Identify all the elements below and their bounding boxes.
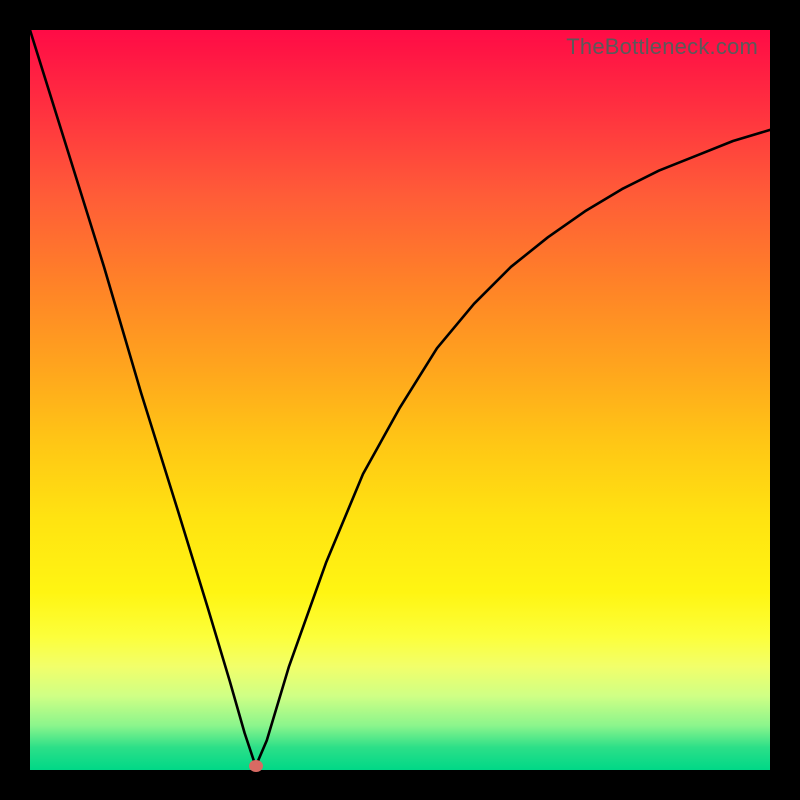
minimum-marker <box>249 760 263 772</box>
chart-container: TheBottleneck.com <box>0 0 800 800</box>
bottleneck-curve <box>30 30 770 770</box>
plot-area: TheBottleneck.com <box>30 30 770 770</box>
